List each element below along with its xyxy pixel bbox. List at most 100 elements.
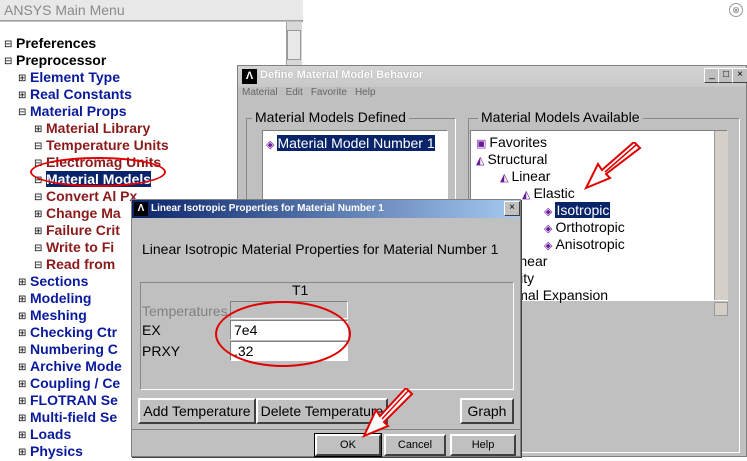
expand-icon[interactable]: ⊞ <box>18 376 30 393</box>
folder-icon: ◭ <box>476 155 485 167</box>
scroll-corner <box>714 302 728 316</box>
menu-item-modeling[interactable]: ⊞ Modeling <box>18 290 91 308</box>
menu-material[interactable]: Material <box>242 87 278 98</box>
menu-item-label: Preprocessor <box>16 52 107 68</box>
menu-item-real-constants[interactable]: ⊞ Real Constants <box>18 86 132 104</box>
menu-item-archive-model[interactable]: ⊞ Archive Mode <box>18 358 122 376</box>
ex-label: EX <box>142 322 161 338</box>
material-icon: ◈ <box>544 223 553 235</box>
menu-item-meshing[interactable]: ⊞ Meshing <box>18 307 87 325</box>
divider <box>132 429 520 430</box>
menu-item-label: Material Library <box>46 120 151 136</box>
available-label: Material Models Available <box>478 109 643 125</box>
expand-icon[interactable]: ⊞ <box>18 325 30 342</box>
available-scrollbar[interactable] <box>714 131 728 300</box>
close-icon[interactable]: × <box>504 201 520 216</box>
menu-item-label: Change Ma <box>46 205 121 221</box>
menu-item-label: Loads <box>30 426 72 442</box>
menubar: Material Edit Favorite Help <box>238 87 746 103</box>
prxy-label: PRXY <box>142 343 181 359</box>
tree-structural[interactable]: ◭ Structural <box>476 151 547 169</box>
add-temperature-button[interactable]: Add Temperature <box>138 398 256 424</box>
help-button[interactable]: Help <box>450 434 516 456</box>
expand-icon[interactable]: ⊞ <box>18 291 30 308</box>
menu-item-label: Modeling <box>30 290 92 306</box>
defined-label: Material Models Defined <box>252 109 409 125</box>
window-title: Define Material Model Behavior <box>238 66 746 87</box>
menu-item-physics[interactable]: ⊞ Physics <box>18 443 83 461</box>
item-icon: ⊟ <box>34 141 43 152</box>
annotation-ellipse <box>215 301 351 367</box>
menu-edit[interactable]: Edit <box>286 87 303 98</box>
menu-help[interactable]: Help <box>355 87 376 98</box>
tree-elastic[interactable]: ◭ Elastic <box>522 185 575 203</box>
menu-item-material-props[interactable]: ⊟ Material Props <box>18 103 126 121</box>
defined-item-label: Material Model Number 1 <box>277 135 435 151</box>
menu-item-change-mat[interactable]: ⊞ Change Ma <box>34 205 121 223</box>
folder-icon: ◭ <box>500 172 509 184</box>
menu-item-material-library[interactable]: ⊞ Material Library <box>34 120 150 138</box>
menu-item-temperature-units[interactable]: ⊟ Temperature Units <box>34 137 169 155</box>
expand-icon[interactable]: ⊞ <box>18 410 30 427</box>
graph-button[interactable]: Graph <box>460 398 514 424</box>
menu-item-label: Read from <box>46 256 116 272</box>
material-icon: ◈ <box>266 139 275 151</box>
collapse-icon[interactable]: ⊗ <box>729 3 743 17</box>
menu-item-preprocessor[interactable]: ⊟ Preprocessor <box>4 52 106 70</box>
temperatures-label: Temperatures <box>142 303 228 319</box>
tree-linear[interactable]: ◭ Linear <box>500 168 550 186</box>
tree-label: Anisotropic <box>555 236 625 252</box>
expand-icon[interactable]: ⊞ <box>18 308 30 325</box>
menu-item-preferences[interactable]: ⊟ Preferences <box>4 35 96 53</box>
dialog-heading: Linear Isotropic Material Properties for… <box>142 241 499 257</box>
menu-item-multi-field-setup[interactable]: ⊞ Multi-field Se <box>18 409 117 427</box>
main-menu-title: ANSYS Main Menu <box>0 0 303 21</box>
menu-item-element-type[interactable]: ⊞ Element Type <box>18 69 120 87</box>
menu-favorite[interactable]: Favorite <box>311 87 347 98</box>
collapse-icon[interactable]: ⊟ <box>18 104 30 121</box>
menu-item-checking-ctrls[interactable]: ⊞ Checking Ctr <box>18 324 117 342</box>
tree-isotropic[interactable]: ◈ Isotropic <box>544 202 611 220</box>
expand-icon[interactable]: ⊞ <box>34 121 46 138</box>
folder-icon: ▣ <box>476 138 487 150</box>
annotation-arrow-ok <box>362 388 414 438</box>
defined-item[interactable]: ◈ Material Model Number 1 <box>266 135 435 153</box>
expand-icon[interactable]: ⊞ <box>18 342 30 359</box>
tree-label: Structural <box>487 151 548 167</box>
menu-item-label: Sections <box>30 273 89 289</box>
expand-icon[interactable]: ⊞ <box>34 206 46 223</box>
menu-item-label: Write to Fi <box>46 239 115 255</box>
ansys-logo-icon: Λ <box>134 202 148 216</box>
tree-orthotropic[interactable]: ◈ Orthotropic <box>544 219 625 237</box>
dialog-title: Linear Isotropic Properties for Material… <box>132 200 520 218</box>
tree-favorites[interactable]: ▣ Favorites <box>476 134 547 152</box>
expand-icon[interactable]: ⊞ <box>18 393 30 410</box>
scrollbar-thumb[interactable] <box>287 30 301 60</box>
menu-item-write-to-file[interactable]: ⊟ Write to Fi <box>34 239 114 257</box>
close-icon[interactable]: × <box>732 68 747 83</box>
menu-item-failure-crit[interactable]: ⊞ Failure Crit <box>34 222 120 240</box>
menu-item-sections[interactable]: ⊞ Sections <box>18 273 88 291</box>
menu-item-label: Temperature Units <box>46 137 169 153</box>
item-icon: ⊟ <box>34 260 43 271</box>
material-icon: ◈ <box>544 240 553 252</box>
menu-item-numbering-ctrls[interactable]: ⊞ Numbering C <box>18 341 118 359</box>
expand-icon[interactable]: ⊞ <box>34 223 46 240</box>
expand-icon[interactable]: ⊞ <box>18 70 30 87</box>
expand-icon[interactable]: ⊞ <box>18 87 30 104</box>
menu-item-label: Numbering C <box>30 341 118 357</box>
tree-anisotropic[interactable]: ◈ Anisotropic <box>544 236 625 254</box>
menu-item-label: Preferences <box>16 35 97 51</box>
menu-item-read-from-file[interactable]: ⊟ Read from <box>34 256 115 274</box>
expand-icon[interactable]: ⊞ <box>18 427 30 444</box>
menu-item-convert-alpx[interactable]: ⊟ Convert Al Px <box>34 188 137 206</box>
expand-icon[interactable]: ⊞ <box>18 274 30 291</box>
collapse-icon[interactable]: ⊟ <box>4 53 16 70</box>
menu-item-loads[interactable]: ⊞ Loads <box>18 426 71 444</box>
menu-item-flotran-setup[interactable]: ⊞ FLOTRAN Se <box>18 392 118 410</box>
column-header: T1 <box>292 282 309 298</box>
expand-icon[interactable]: ⊞ <box>18 359 30 376</box>
menu-item-coupling-ceqn[interactable]: ⊞ Coupling / Ce <box>18 375 120 393</box>
collapse-icon[interactable]: ⊟ <box>4 36 16 53</box>
expand-icon[interactable]: ⊞ <box>18 444 30 461</box>
